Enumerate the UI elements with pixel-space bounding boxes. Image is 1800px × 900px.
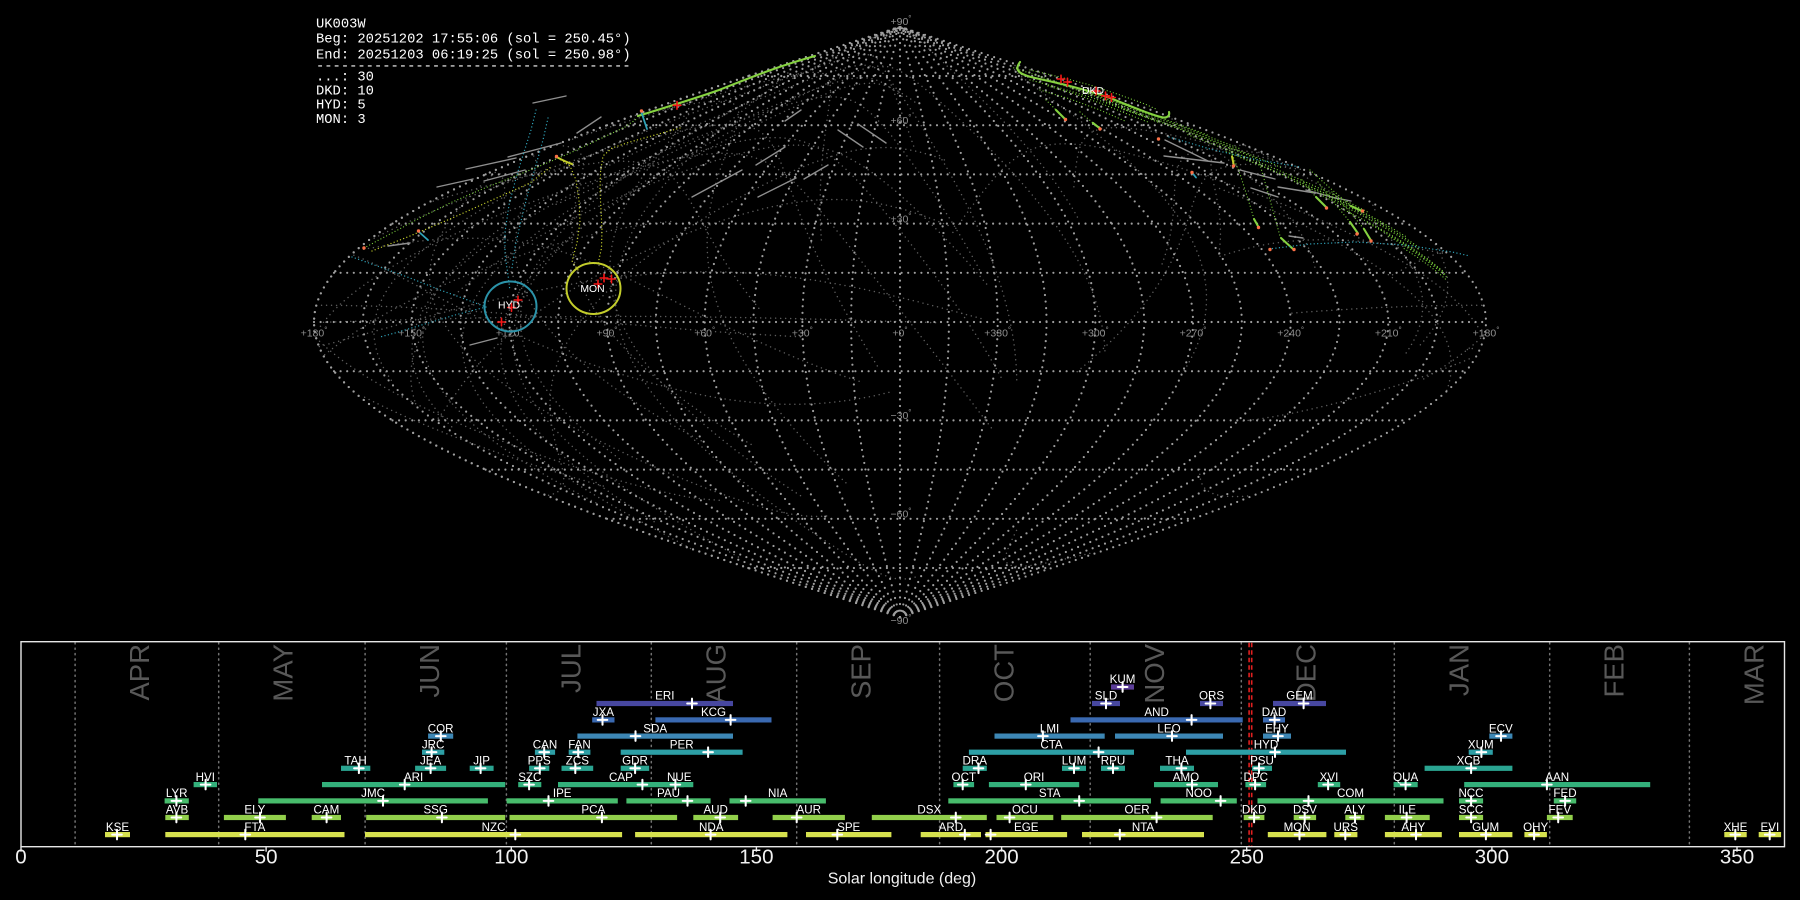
- svg-text:STA: STA: [1039, 787, 1061, 800]
- svg-text:+330°: +330°: [984, 326, 1011, 340]
- svg-text:150: 150: [739, 846, 773, 869]
- svg-text:JIP: JIP: [473, 755, 490, 768]
- svg-text:SEP: SEP: [846, 644, 877, 699]
- svg-text:+180°: +180°: [1473, 326, 1500, 340]
- svg-text:ERI: ERI: [655, 690, 674, 703]
- svg-text:NOO: NOO: [1185, 787, 1211, 800]
- svg-text:ARD: ARD: [939, 821, 963, 834]
- svg-text:+240°: +240°: [1277, 326, 1304, 340]
- svg-text:50: 50: [255, 846, 278, 869]
- svg-text:SDA: SDA: [643, 722, 667, 735]
- svg-text:COM: COM: [1337, 787, 1364, 800]
- svg-text:FEB: FEB: [1599, 644, 1630, 697]
- svg-text:GEM: GEM: [1286, 690, 1312, 703]
- svg-text:HYD: HYD: [498, 301, 520, 312]
- svg-text:JAN: JAN: [1443, 644, 1474, 696]
- svg-text:OCU: OCU: [1012, 804, 1038, 817]
- svg-text:Beg: 20251202 17:55:06 (sol =: Beg: 20251202 17:55:06 (sol = 250.45°): [316, 32, 631, 48]
- svg-text:FTA: FTA: [244, 821, 265, 834]
- svg-text:TAH: TAH: [344, 755, 366, 768]
- svg-text:SSG: SSG: [423, 804, 447, 817]
- svg-text:300: 300: [1475, 846, 1509, 869]
- svg-text:AHY: AHY: [1401, 821, 1425, 834]
- svg-text:APR: APR: [124, 644, 155, 701]
- svg-text:AMO: AMO: [1173, 771, 1199, 784]
- svg-text:OCT: OCT: [952, 771, 976, 784]
- svg-text:FAN: FAN: [568, 738, 591, 751]
- svg-text:AUR: AUR: [797, 804, 821, 817]
- svg-text:CAP: CAP: [609, 771, 633, 784]
- svg-text:NZC: NZC: [482, 821, 506, 834]
- svg-text:200: 200: [984, 846, 1018, 869]
- svg-text:MAY: MAY: [268, 644, 299, 702]
- svg-text:Solar longitude (deg): Solar longitude (deg): [828, 871, 977, 888]
- svg-text:NUE: NUE: [667, 771, 692, 784]
- svg-text:ARI: ARI: [404, 771, 423, 784]
- svg-text:250: 250: [1230, 846, 1264, 869]
- svg-text:ELY: ELY: [244, 804, 265, 817]
- svg-text:AAN: AAN: [1545, 771, 1569, 784]
- svg-text:LEO: LEO: [1157, 722, 1180, 735]
- svg-text:NOV: NOV: [1139, 643, 1170, 703]
- svg-text:AUG: AUG: [700, 644, 731, 704]
- svg-text:FEV: FEV: [1549, 804, 1572, 817]
- svg-text:THA: THA: [1165, 755, 1188, 768]
- svg-text:AUD: AUD: [703, 804, 727, 817]
- svg-text:PSU: PSU: [1250, 755, 1274, 768]
- svg-text:ORS: ORS: [1199, 690, 1224, 703]
- svg-text:DKD: DKD: [1082, 86, 1104, 97]
- svg-text:...: 30: ...: 30: [316, 71, 374, 86]
- svg-text:350: 350: [1720, 846, 1754, 869]
- svg-text:+300°: +300°: [1082, 326, 1109, 340]
- svg-text:MON: MON: [1284, 821, 1311, 834]
- svg-text:NTA: NTA: [1132, 821, 1155, 834]
- svg-text:XCB: XCB: [1457, 755, 1481, 768]
- svg-text:JUL: JUL: [555, 644, 586, 693]
- svg-text:OER: OER: [1124, 804, 1149, 817]
- svg-text:DSX: DSX: [917, 804, 941, 817]
- svg-text:UK003W: UK003W: [316, 18, 366, 33]
- svg-text:SPE: SPE: [837, 821, 860, 834]
- svg-text:KCG: KCG: [701, 706, 726, 719]
- svg-text:+270°: +270°: [1180, 326, 1207, 340]
- svg-text:OCT: OCT: [989, 644, 1020, 702]
- svg-text:0: 0: [15, 846, 26, 869]
- svg-text:AND: AND: [1144, 706, 1168, 719]
- svg-text:OHY: OHY: [1523, 821, 1548, 834]
- svg-text:JUN: JUN: [414, 644, 445, 697]
- svg-text:DRA: DRA: [963, 755, 988, 768]
- svg-text:MAR: MAR: [1738, 644, 1769, 705]
- svg-text:PER: PER: [670, 738, 694, 751]
- svg-text:PAU: PAU: [657, 787, 680, 800]
- svg-text:DKD: 10: DKD: 10: [316, 85, 374, 100]
- svg-text:MON: 3: MON: 3: [316, 113, 366, 128]
- svg-text:JMC: JMC: [361, 787, 385, 800]
- svg-text:+210°: +210°: [1375, 326, 1402, 340]
- svg-text:HYD: 5: HYD: 5: [316, 99, 366, 114]
- svg-text:EGE: EGE: [1014, 821, 1039, 834]
- svg-text:JXA: JXA: [593, 706, 615, 719]
- svg-text:+180°: +180°: [301, 326, 328, 340]
- svg-text:IPE: IPE: [553, 787, 572, 800]
- svg-text:+120°: +120°: [496, 326, 523, 340]
- svg-text:100: 100: [494, 846, 528, 869]
- svg-text:MON: MON: [580, 284, 604, 295]
- svg-text:NIA: NIA: [768, 787, 788, 800]
